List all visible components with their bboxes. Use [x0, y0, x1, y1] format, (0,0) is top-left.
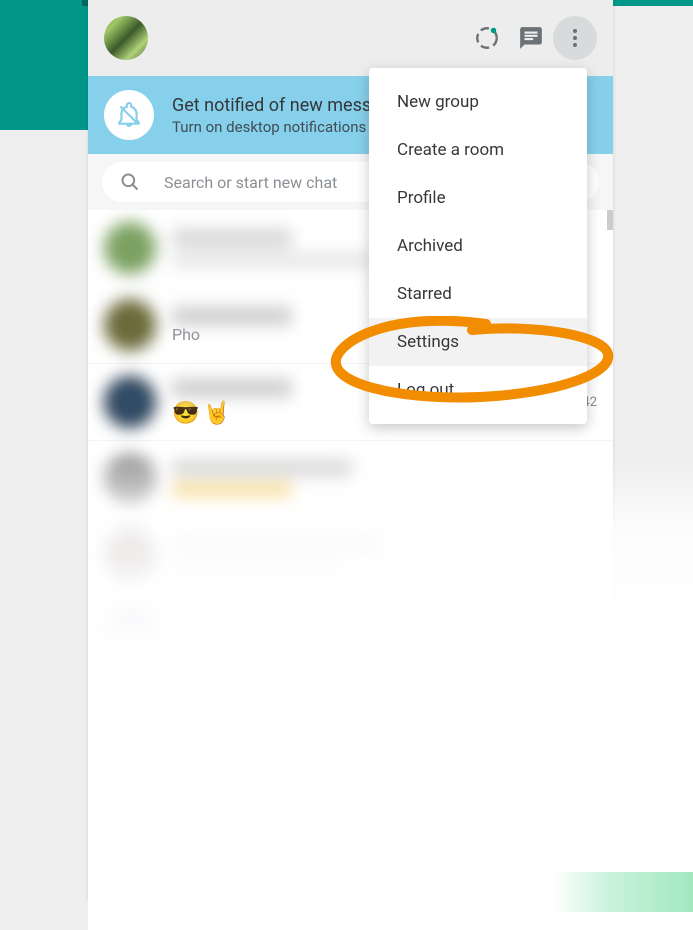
teal-accent-bar [0, 0, 88, 130]
chat-row[interactable] [88, 595, 613, 672]
chat-icon [518, 25, 544, 51]
menu-item-starred[interactable]: Starred [369, 270, 587, 318]
avatar[interactable] [104, 16, 148, 60]
status-button[interactable] [465, 16, 509, 60]
chat-row[interactable] [88, 518, 613, 595]
menu-item-settings[interactable]: Settings [369, 318, 587, 366]
chat-row[interactable] [88, 749, 613, 826]
dropdown-menu: New group Create a room Profile Archived… [369, 68, 587, 424]
bell-slash-icon [104, 90, 154, 140]
menu-button[interactable] [553, 16, 597, 60]
chat-emoji: 😎🤘 [172, 401, 292, 426]
search-icon [120, 172, 140, 192]
menu-item-profile[interactable]: Profile [369, 174, 587, 222]
menu-icon [563, 26, 587, 50]
new-chat-button[interactable] [509, 16, 553, 60]
menu-item-create-room[interactable]: Create a room [369, 126, 587, 174]
menu-item-log-out[interactable]: Log out [369, 366, 587, 414]
menu-item-archived[interactable]: Archived [369, 222, 587, 270]
status-icon [474, 25, 500, 51]
chat-row[interactable] [88, 672, 613, 749]
chat-row[interactable] [88, 441, 613, 518]
menu-item-new-group[interactable]: New group [369, 78, 587, 126]
chat-header [88, 0, 613, 76]
green-corner [553, 872, 693, 912]
